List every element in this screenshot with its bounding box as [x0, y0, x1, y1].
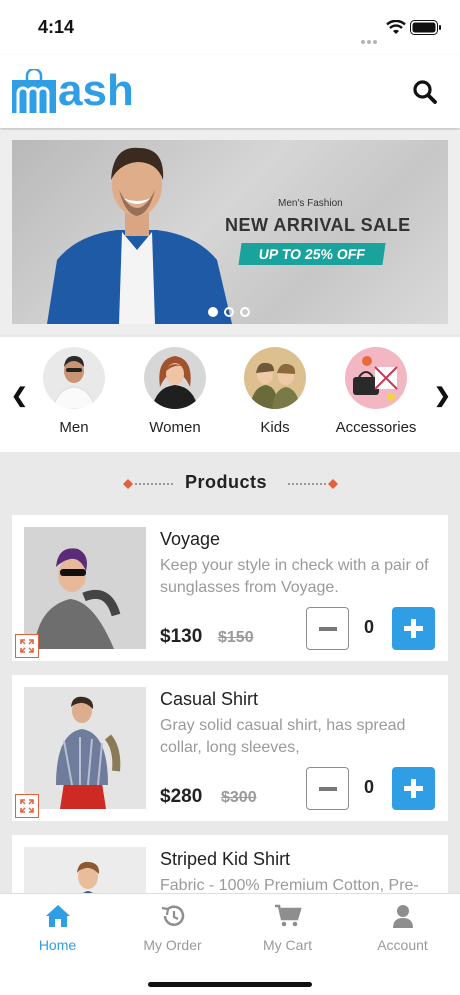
tab-label: Account	[377, 937, 428, 953]
category-label: Accessories	[335, 419, 417, 436]
tab-home[interactable]: Home	[0, 904, 115, 953]
product-image[interactable]	[24, 687, 146, 809]
products-heading: Products	[0, 470, 460, 496]
wifi-icon	[386, 20, 406, 34]
divider-right-decoration	[288, 479, 338, 489]
category-kids[interactable]: Kids	[220, 347, 330, 436]
tab-my-order[interactable]: My Order	[115, 904, 230, 953]
product-description: Gray solid casual shirt, has spread coll…	[160, 717, 406, 756]
minus-icon	[319, 627, 337, 631]
increment-button[interactable]	[392, 767, 435, 810]
pager-dot[interactable]	[224, 307, 234, 317]
chevron-right-icon[interactable]: ❯	[434, 383, 451, 408]
category-women[interactable]: Women	[120, 347, 230, 436]
banner-pager[interactable]	[208, 304, 256, 322]
expand-icon[interactable]	[15, 634, 39, 658]
signal-icon	[361, 31, 383, 62]
product-name[interactable]: Casual Shirt	[160, 689, 258, 710]
minus-icon	[319, 787, 337, 791]
app-header: ash	[0, 55, 460, 128]
banner-model-image	[47, 147, 232, 324]
category-kids-image	[244, 347, 306, 409]
category-label: Men	[59, 419, 89, 436]
product-image[interactable]	[24, 527, 146, 649]
search-icon[interactable]	[412, 79, 438, 105]
tab-my-cart[interactable]: My Cart	[230, 904, 345, 953]
tab-label: My Order	[143, 937, 202, 953]
product-card[interactable]: Casual Shirt Gray solid casual shirt, ha…	[12, 675, 448, 821]
category-carousel: ❮ Men Women Kids Accessories ❯	[0, 337, 460, 452]
product-price: $130	[160, 626, 203, 647]
expand-icon[interactable]	[15, 794, 39, 818]
quantity-value: 0	[364, 777, 375, 797]
product-card[interactable]: Voyage Keep your style in check with a p…	[12, 515, 448, 661]
banner-section: Men's Fashion NEW ARRIVAL SALE UP TO 25%…	[0, 130, 460, 334]
category-accessories-image	[345, 347, 407, 409]
banner-subtitle: Men's Fashion	[278, 198, 343, 209]
decrement-button[interactable]	[306, 767, 349, 810]
product-old-price: $150	[218, 629, 254, 646]
bottom-navigation: Home My Order My Cart Account	[0, 893, 460, 995]
products-title: Products	[185, 472, 268, 492]
increment-button[interactable]	[392, 607, 435, 650]
category-men-image	[43, 347, 105, 409]
banner-offer: UP TO 25% OFF	[238, 243, 386, 265]
product-name[interactable]: Striped Kid Shirt	[160, 849, 290, 870]
tab-account[interactable]: Account	[345, 904, 460, 953]
category-label: Women	[149, 419, 201, 436]
pager-dot[interactable]	[240, 307, 250, 317]
promo-banner[interactable]: Men's Fashion NEW ARRIVAL SALE UP TO 25%…	[12, 140, 448, 324]
product-old-price: $300	[221, 789, 257, 806]
status-time: 4:14	[38, 17, 75, 37]
category-men[interactable]: Men	[19, 347, 129, 436]
shopping-bag-logo-icon	[12, 69, 56, 113]
product-description: Keep your style in check with a pair of …	[160, 557, 429, 596]
product-price: $280	[160, 786, 203, 807]
home-icon	[45, 905, 70, 927]
home-indicator[interactable]	[148, 982, 312, 987]
category-accessories[interactable]: Accessories	[321, 347, 431, 436]
tab-label: Home	[38, 937, 77, 953]
decrement-button[interactable]	[306, 607, 349, 650]
user-icon	[392, 905, 413, 928]
logo-text: ash	[58, 66, 134, 115]
battery-icon	[410, 20, 441, 35]
category-women-image	[144, 347, 206, 409]
tab-label: My Cart	[263, 937, 312, 953]
history-icon	[161, 905, 184, 926]
quantity-value: 0	[364, 617, 375, 637]
pager-dot[interactable]	[208, 307, 218, 317]
product-name[interactable]: Voyage	[160, 529, 220, 550]
status-bar: 4:14	[0, 0, 460, 62]
banner-title: NEW ARRIVAL SALE	[225, 215, 411, 235]
category-label: Kids	[260, 419, 290, 436]
cart-icon	[274, 904, 302, 927]
divider-left-decoration	[123, 479, 173, 489]
